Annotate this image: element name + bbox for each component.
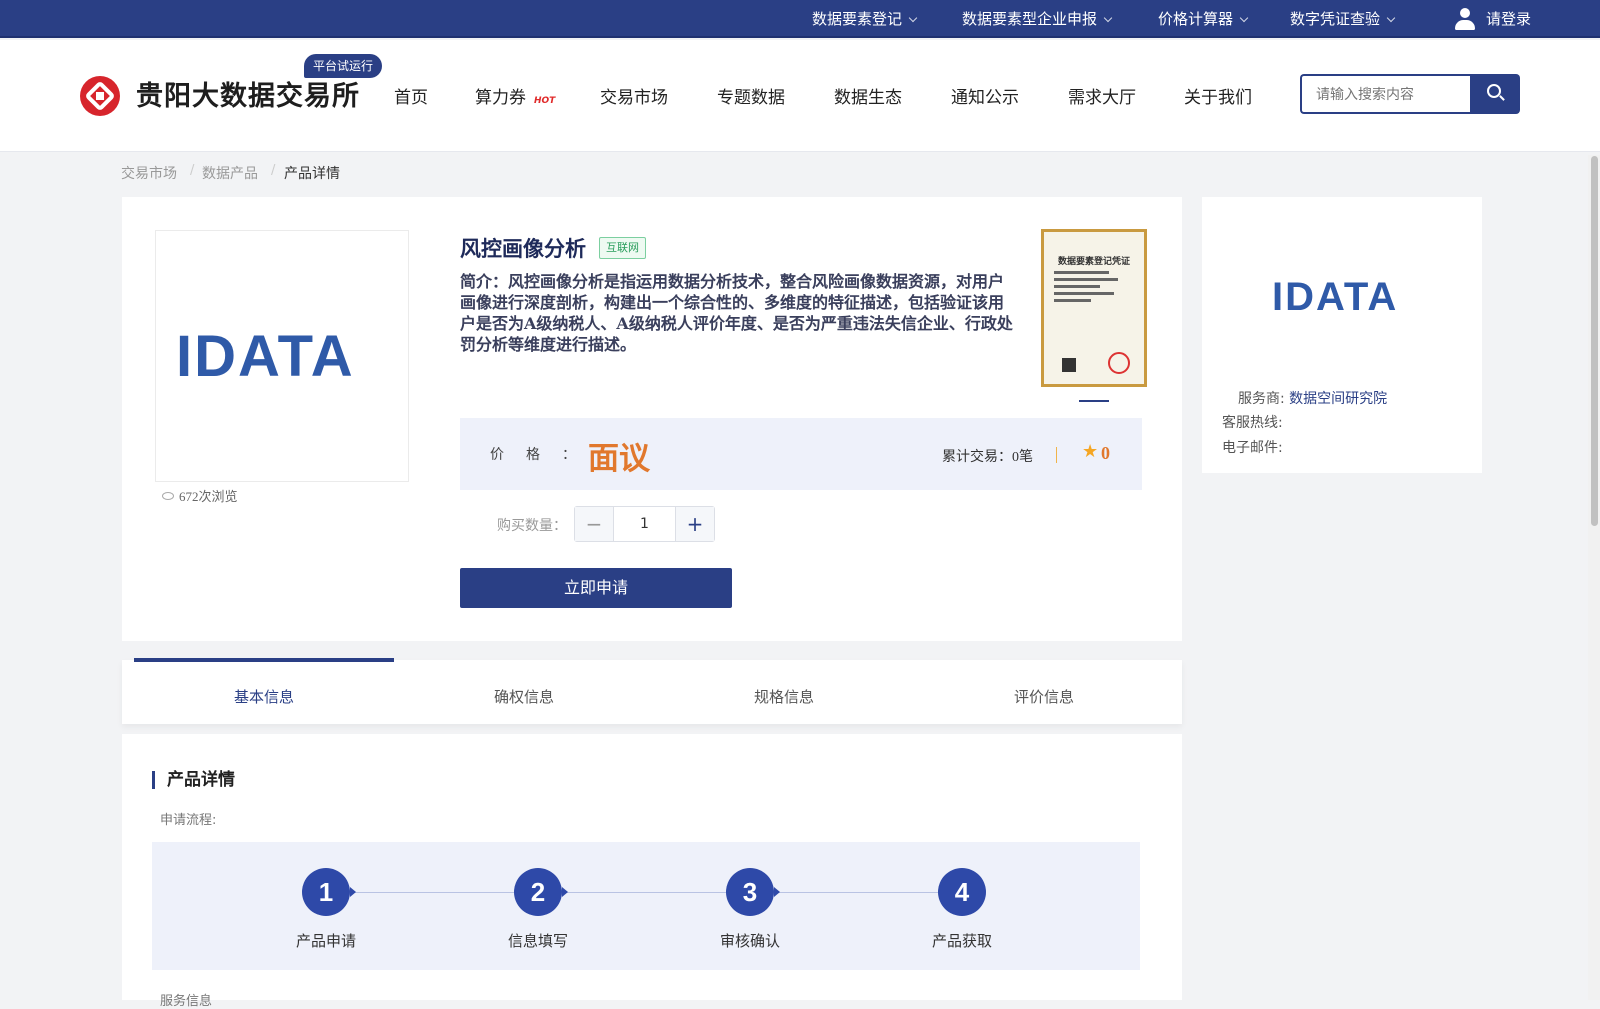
nav-notices[interactable]: 通知公示 [951, 83, 1019, 108]
quantity-label: 购买数量： [497, 518, 567, 534]
breadcrumb-product-detail: 产品详情 [284, 166, 340, 182]
price-label: 价格： [490, 448, 598, 463]
tab-rights-info[interactable]: 确权信息 [394, 658, 654, 724]
registration-certificate-thumbnail[interactable]: 数据要素登记凭证 [1041, 229, 1147, 387]
breadcrumb-trading-market[interactable]: 交易市场 [121, 163, 177, 183]
top-utility-bar: 数据要素登记 数据要素型企业申报 价格计算器 数字凭证查验 请登录 [0, 0, 1600, 38]
tab-basic-info[interactable]: 基本信息 [134, 658, 394, 724]
topbar-item-enterprise-declaration[interactable]: 数据要素型企业申报 [962, 0, 1113, 38]
nav-demand-hall[interactable]: 需求大厅 [1068, 83, 1136, 108]
chevron-down-icon [908, 13, 918, 23]
idata-logo: IDATA [176, 324, 355, 389]
section-title: 产品详情 [152, 771, 235, 789]
login-link[interactable]: 请登录 [1454, 0, 1531, 38]
page-scrollbar-thumb[interactable] [1591, 156, 1598, 526]
nav-home[interactable]: 首页 [394, 83, 428, 108]
price-value: 面议 [588, 441, 650, 477]
provider-hotline-label: 客服热线: [1222, 415, 1283, 431]
provider-email-label: 电子邮件: [1222, 440, 1283, 456]
cumulative-deals: 累计交易：0笔 [942, 450, 1033, 465]
chevron-down-icon [1386, 13, 1396, 23]
rating-count: 0 [1101, 443, 1110, 463]
carousel-indicator[interactable] [1079, 400, 1109, 402]
exchange-logo-icon[interactable] [80, 76, 120, 116]
provider-service: 服务商: 数据空间研究院 [1238, 391, 1388, 407]
step-circle: 1 [302, 868, 356, 916]
step-circle: 2 [514, 868, 568, 916]
nav-trading-market[interactable]: 交易市场 [600, 83, 668, 108]
chevron-down-icon [1239, 13, 1249, 23]
increase-button[interactable]: + [675, 507, 714, 541]
user-icon [1454, 8, 1476, 30]
product-description: 简介：风控画像分析是指运用数据分析技术，整合风险画像数据资源，对用户画像进行深度… [460, 272, 1013, 354]
main-header: 贵阳大数据交易所 平台试运行 首页 算力券 HOT 交易市场 专题数据 数据生态… [0, 40, 1600, 152]
apply-now-button[interactable]: 立即申请 [460, 568, 732, 608]
quantity-stepper: − 1 + [574, 506, 715, 542]
topbar-item-data-registration[interactable]: 数据要素登记 [812, 0, 918, 38]
step-name: 审核确认 [719, 932, 780, 950]
category-tag: 互联网 [599, 237, 646, 259]
topbar-item-price-calculator[interactable]: 价格计算器 [1158, 0, 1249, 38]
decrease-button[interactable]: − [575, 507, 614, 541]
brand-name[interactable]: 贵阳大数据交易所 [136, 74, 360, 113]
nav-about-us[interactable]: 关于我们 [1184, 83, 1252, 108]
tab-spec-info[interactable]: 规格信息 [654, 658, 914, 724]
chevron-down-icon [1103, 13, 1113, 23]
quantity-input[interactable]: 1 [615, 507, 674, 541]
qr-code-icon [1062, 358, 1076, 372]
product-title: 风控画像分析 [460, 236, 586, 261]
search-input[interactable] [1300, 74, 1470, 114]
hot-badge: HOT [534, 96, 556, 106]
search-button[interactable] [1470, 74, 1520, 114]
trial-run-badge: 平台试运行 [304, 54, 383, 78]
tab-review-info[interactable]: 评价信息 [914, 658, 1174, 724]
nav-compute-voucher[interactable]: 算力券 [475, 83, 526, 108]
provider-name-link[interactable]: 数据空间研究院 [1289, 391, 1387, 407]
step-name: 产品申请 [295, 932, 356, 950]
step-circle: 4 [938, 868, 986, 916]
breadcrumb-data-products[interactable]: 数据产品 [202, 163, 258, 183]
eye-icon [162, 492, 174, 500]
view-count: 672次浏览 [162, 486, 238, 505]
step-circle: 3 [726, 868, 780, 916]
nav-topic-data[interactable]: 专题数据 [717, 83, 785, 108]
nav-data-ecosystem[interactable]: 数据生态 [834, 83, 902, 108]
step-name: 信息填写 [507, 932, 568, 950]
topbar-item-credential-check[interactable]: 数字凭证查验 [1290, 0, 1396, 38]
seal-icon [1108, 352, 1130, 374]
provider-logo: IDATA [1272, 275, 1399, 319]
step-name: 产品获取 [931, 932, 992, 950]
product-image: IDATA [155, 230, 409, 482]
flow-label: 申请流程: [160, 813, 217, 828]
star-icon: ★ [1082, 441, 1099, 462]
